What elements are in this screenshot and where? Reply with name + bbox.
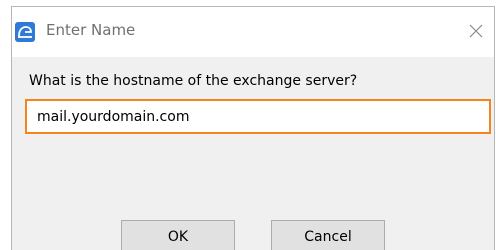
hostname-input[interactable] bbox=[25, 99, 491, 134]
window-title: Enter Name bbox=[46, 21, 136, 39]
ok-button[interactable]: OK bbox=[121, 220, 235, 250]
close-button[interactable] bbox=[464, 19, 488, 43]
page: Enter Name What is the hostname of the e… bbox=[0, 0, 496, 250]
title-bar: Enter Name bbox=[12, 7, 494, 57]
close-icon bbox=[469, 24, 483, 38]
prompt-label: What is the hostname of the exchange ser… bbox=[29, 73, 358, 89]
app-logo-icon bbox=[15, 22, 35, 42]
app-logo-glyph bbox=[18, 26, 32, 38]
dialog-body: What is the hostname of the exchange ser… bbox=[12, 57, 494, 250]
cancel-button[interactable]: Cancel bbox=[271, 220, 385, 250]
dialog-window: Enter Name What is the hostname of the e… bbox=[11, 6, 495, 250]
